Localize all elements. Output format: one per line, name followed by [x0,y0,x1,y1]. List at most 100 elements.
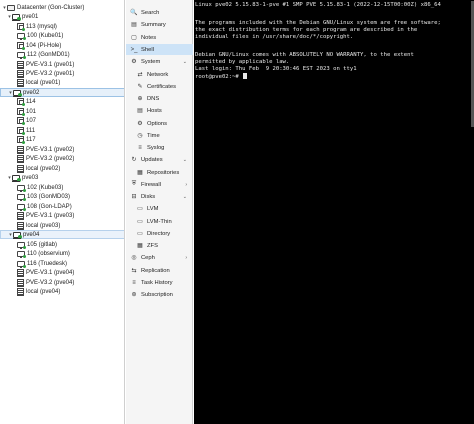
menu-item-label: System [141,58,161,65]
storage-icon [17,78,24,87]
globe-icon: ⊕ [137,96,143,102]
tree-item[interactable]: local (pve04) [0,287,124,296]
tree-item[interactable]: PVE-V3.2 (pve01) [0,69,124,78]
menu-item-disks[interactable]: ⊟ Disks ⌄ [126,191,193,202]
menu-item-system[interactable]: ⚙ System ⌄ [126,56,193,67]
menu-item-label: Repositories [147,169,180,176]
virtual-machine-icon [17,51,26,59]
tree-item[interactable]: 103 (GonMD03) [0,192,124,201]
menu-item-label: LVM [147,205,159,212]
disk-icon: ⊟ [131,194,137,200]
menu-item-label: ZFS [147,242,158,249]
menu-item-ceph[interactable]: ◎ Ceph › [126,252,193,263]
tree-item-label: 113 (mysql) [26,23,57,30]
online-status-icon [18,92,22,97]
tree-node-pve03[interactable]: ▾ pve03 [0,173,124,182]
tree-item-label: 114 [26,98,36,105]
menu-item-directory[interactable]: ▭ Directory [126,228,193,239]
tree-node-pve02[interactable]: ▾ pve02 [0,88,124,97]
tree-item[interactable]: PVE-V3.1 (pve04) [0,268,124,277]
menu-item-search[interactable]: 🔍 Search [126,7,193,18]
terminal-line-text: permitted by applicable law. [195,59,290,65]
chevron-down-icon[interactable]: ⌄ [183,157,187,163]
shield-icon: ⛨ [131,181,137,187]
tree-item[interactable]: ▾ Datacenter (Gon-Cluster) [0,3,124,12]
tree-item[interactable]: PVE-V3.1 (pve02) [0,145,124,154]
tree-item[interactable]: 105 (gitlab) [0,240,124,249]
menu-item-dns[interactable]: ⊕ DNS [126,93,193,104]
menu-item-lvm[interactable]: ▭ LVM [126,203,193,214]
tree-item[interactable]: 101 [0,107,124,116]
menu-item-hosts[interactable]: ▤ Hosts [126,105,193,116]
tree-item-label: Datacenter (Gon-Cluster) [17,4,85,11]
menu-item-label: Time [147,132,160,139]
tree-item[interactable]: 107 [0,116,124,125]
menu-item-options[interactable]: ⚙ Options [126,118,193,129]
tree-item[interactable]: PVE-V3.2 (pve04) [0,278,124,287]
container-icon [17,108,25,116]
tree-item-label: PVE-V3.1 (pve03) [26,212,75,219]
tree-item[interactable]: 102 (Kube03) [0,183,124,192]
tree-item[interactable]: PVE-V3.1 (pve01) [0,60,124,69]
storage-icon [17,268,24,277]
tree-item[interactable]: 104 (Pi-Hole) [0,41,124,50]
menu-item-label: Hosts [147,107,162,114]
chevron-right-icon[interactable]: › [185,182,187,188]
tree-item[interactable]: PVE-V3.2 (pve02) [0,154,124,163]
container-icon [17,127,25,135]
tree-item[interactable]: PVE-V3.1 (pve03) [0,211,124,220]
menu-item-repositories[interactable]: ▦ Repositories [126,167,193,178]
tree-node-pve01[interactable]: ▾ pve01 [0,12,124,21]
menu-item-shell[interactable]: >_ Shell [126,44,193,55]
menu-item-label: Firewall [141,181,161,188]
menu-item-updates[interactable]: ↻ Updates ⌄ [126,154,193,165]
chevron-down-icon[interactable]: ⌄ [183,194,187,200]
menu-item-time[interactable]: ◷ Time [126,130,193,141]
menu-item-zfs[interactable]: ▦ ZFS [126,240,193,251]
tree-item[interactable]: local (pve01) [0,78,124,87]
menu-item-firewall[interactable]: ⛨ Firewall › [126,179,193,190]
menu-item-notes[interactable]: ▢ Notes [126,32,193,43]
menu-item-summary[interactable]: ▤ Summary [126,19,193,30]
terminal-cursor [243,73,248,79]
menu-item-syslog[interactable]: ≡ Syslog [126,142,193,153]
menu-item-network[interactable]: ⇄ Network [126,69,193,80]
tree-item[interactable]: 111 [0,126,124,135]
menu-item-lvm-thin[interactable]: ▭ LVM-Thin [126,216,193,227]
chevron-right-icon[interactable]: › [185,255,187,261]
tree-item[interactable]: local (pve03) [0,221,124,230]
online-status-icon [18,234,22,239]
tree-node-pve04[interactable]: ▾ pve04 [0,230,124,239]
terminal-line-text: Linux pve02 5.15.83-1-pve #1 SMP PVE 5.1… [195,2,441,8]
storage-icon [17,154,24,163]
certificate-icon: ✎ [137,84,143,90]
tree-item[interactable]: 108 (Gon-LDAP) [0,202,124,211]
menu-item-task-history[interactable]: ≡ Task History [126,277,193,288]
tree-item-label: PVE-V3.1 (pve04) [26,269,75,276]
tree-item[interactable]: 114 [0,97,124,106]
ceph-icon: ◎ [131,255,137,261]
tree-item[interactable]: 113 (mysql) [0,22,124,31]
shell-terminal[interactable]: Linux pve02 5.15.83-1-pve #1 SMP PVE 5.1… [194,0,474,424]
menu-item-certificates[interactable]: ✎ Certificates [126,81,193,92]
tree-item-label: 100 (Kube01) [27,32,64,39]
tree-item[interactable]: 110 (observium) [0,249,124,258]
storage-icon [17,221,24,230]
tree-item[interactable]: 112 (GonMD01) [0,50,124,59]
gear-icon: ⚙ [131,59,137,65]
tree-item[interactable]: 116 (Truedesk) [0,259,124,268]
menu-item-label: Subscription [141,291,173,298]
virtual-machine-icon [17,32,26,40]
tree-item[interactable]: 100 (Kube01) [0,31,124,40]
chevron-down-icon[interactable]: ⌄ [183,59,187,65]
online-status-icon [17,16,21,21]
server-icon [13,89,22,97]
menu-item-label: Network [147,71,169,78]
terminal-line-text: The programs included with the Debian GN… [195,20,441,26]
tree-item[interactable]: 117 [0,135,124,144]
menu-item-subscription[interactable]: ⊛ Subscription [126,289,193,300]
menu-item-replication[interactable]: ⇆ Replication [126,265,193,276]
online-status-icon [17,177,21,182]
network-icon: ⇄ [137,72,143,78]
tree-item[interactable]: local (pve02) [0,164,124,173]
